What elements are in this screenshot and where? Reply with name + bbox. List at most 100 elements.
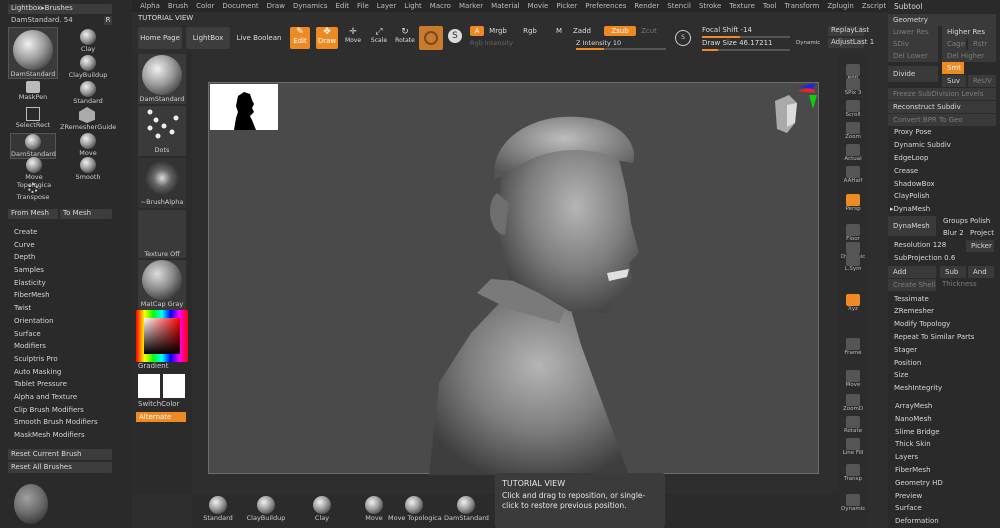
dynamesh-button[interactable]: DynaMesh <box>888 216 936 236</box>
scale-mode-button[interactable]: ⤢ Scale <box>368 27 390 49</box>
menu-item-document[interactable]: Document <box>222 2 258 10</box>
menu-item-texture[interactable]: Texture <box>729 2 755 10</box>
reset-all-brushes-button[interactable]: Reset All Brushes <box>8 462 112 473</box>
m-toggle[interactable]: M <box>554 26 564 36</box>
dynamic-size-toggle[interactable]: Dynamic <box>796 40 820 46</box>
menu-item-marker[interactable]: Marker <box>459 2 483 10</box>
brush-subpalette-create[interactable]: Create <box>0 226 125 239</box>
menu-item-stencil[interactable]: Stencil <box>667 2 691 10</box>
menu-item-alpha[interactable]: Alpha <box>140 2 160 10</box>
home-page-button[interactable]: Home Page <box>138 27 182 49</box>
brush-tile-claybuildup[interactable]: ClayBuildup <box>66 55 110 79</box>
menu-item-layer[interactable]: Layer <box>377 2 397 10</box>
dynamic-subdiv-item[interactable]: Dynamic Subdiv <box>894 141 951 149</box>
stroke-preview-slot[interactable]: Dots <box>138 106 186 156</box>
claypolish-item[interactable]: ClayPolish <box>894 192 930 200</box>
view-tool-rotate[interactable]: Rotate <box>841 416 865 434</box>
brush-tile-smooth[interactable]: Smooth <box>68 157 108 181</box>
modify-topology-item[interactable]: Modify Topology <box>894 320 950 328</box>
color-picker[interactable] <box>136 310 188 362</box>
brush-tile-move[interactable]: Move <box>68 133 108 157</box>
menu-item-material[interactable]: Material <box>491 2 519 10</box>
crease-item[interactable]: Crease <box>894 167 918 175</box>
brush-subpalette-elasticity[interactable]: Elasticity <box>0 277 125 290</box>
view-tool-dynamic[interactable]: Dynamic <box>841 494 865 512</box>
picker-button[interactable]: Picker <box>966 240 994 252</box>
zsub-toggle[interactable]: Zsub <box>604 26 636 36</box>
live-boolean-button[interactable]: Live Boolean <box>236 27 282 49</box>
menu-item-movie[interactable]: Movie <box>528 2 549 10</box>
to-mesh-button[interactable]: To Mesh <box>60 209 112 219</box>
rotate-mode-button[interactable]: ↻ Rotate <box>394 27 416 49</box>
brush-tile-damstandard[interactable]: DamStandard <box>8 27 58 79</box>
view-tool-frame[interactable]: Frame <box>841 338 865 356</box>
subtool-menu-deformation[interactable]: Deformation <box>895 517 939 525</box>
alpha-preview-slot[interactable]: ~BrushAlpha <box>138 158 186 208</box>
brush-subpalette-surface[interactable]: Surface <box>0 328 125 341</box>
focal-shift-slider[interactable]: Focal Shift -14 <box>702 26 822 38</box>
add-button[interactable]: Add <box>888 266 936 278</box>
edgeloop-item[interactable]: EdgeLoop <box>894 154 928 162</box>
texture-slot[interactable]: Texture Off <box>138 210 186 258</box>
bottom-brush-standard[interactable]: Standard <box>196 496 240 522</box>
view-tool-move[interactable]: Move <box>841 370 865 388</box>
z-intensity-slider[interactable]: Z Intensity 10 <box>576 39 666 51</box>
dynamesh-header[interactable]: ▸DynaMesh <box>890 205 930 213</box>
convert-bpr-button[interactable]: Convert BPR To Geo <box>888 114 996 126</box>
view-tool-aahalf[interactable]: AAHalf <box>841 166 865 184</box>
subtool-menu-slime-bridge[interactable]: Slime Bridge <box>895 428 940 436</box>
project-toggle[interactable]: Project <box>970 229 994 237</box>
tessimate-item[interactable]: Tessimate <box>894 295 929 303</box>
rgb-intensity-slider[interactable]: Rgb Intensity <box>470 39 513 47</box>
adjust-last-button[interactable]: AdjustLast 1 <box>828 38 874 48</box>
view-tool-xyz[interactable]: Xyz <box>841 294 865 312</box>
view-tool-scroll[interactable]: Scroll <box>841 100 865 118</box>
brush-tile-transpose[interactable]: Transpose <box>13 183 53 201</box>
gradient-label[interactable]: Gradient <box>138 362 168 370</box>
subtool-menu-geometry-hd[interactable]: Geometry HD <box>895 479 943 487</box>
menu-item-zplugin[interactable]: Zplugin <box>827 2 853 10</box>
proxy-pose-item[interactable]: Proxy Pose <box>894 128 932 136</box>
draw-mode-button[interactable]: ✥ Draw <box>316 27 338 49</box>
menu-item-stroke[interactable]: Stroke <box>699 2 721 10</box>
repeat-similar-item[interactable]: Repeat To Similar Parts <box>894 333 974 341</box>
polish-toggle[interactable]: Polish <box>970 217 990 225</box>
sdiv-slider[interactable]: SDiv <box>888 38 938 50</box>
zadd-toggle[interactable]: Zadd <box>570 26 594 36</box>
and-button[interactable]: And <box>968 266 994 278</box>
sub-button[interactable]: Sub <box>940 266 966 278</box>
resolution-slider[interactable]: Resolution 128 <box>894 241 946 249</box>
brush-subpalette-clip-brush-modifiers[interactable]: Clip Brush Modifiers <box>0 404 125 417</box>
bottom-brush-clay[interactable]: Clay <box>300 496 344 522</box>
draw-size-slider[interactable]: Draw Size 46.17211 <box>702 39 802 51</box>
view-tool-l-sym[interactable]: L.Sym <box>841 254 865 272</box>
subprojection-slider[interactable]: SubProjection 0.6 <box>894 254 955 262</box>
brush-subpalette-tablet-pressure[interactable]: Tablet Pressure <box>0 378 125 391</box>
view-tool-zoom[interactable]: Zoom <box>841 122 865 140</box>
subtool-header[interactable]: Subtool <box>894 2 922 11</box>
position-item[interactable]: Position <box>894 359 921 367</box>
reconstruct-subdiv-button[interactable]: Reconstruct Subdiv <box>888 101 996 113</box>
menu-item-tool[interactable]: Tool <box>763 2 777 10</box>
lower-res-button[interactable]: Lower Res <box>888 26 938 38</box>
smt-toggle[interactable]: Smt <box>942 62 964 74</box>
brush-subpalette-maskmesh-modifiers[interactable]: MaskMesh Modifiers <box>0 429 125 442</box>
brush-subpalette-smooth-brush-modifiers[interactable]: Smooth Brush Modifiers <box>0 416 125 429</box>
brush-tile-selectrect[interactable]: SelectRect <box>13 107 53 129</box>
menu-item-preferences[interactable]: Preferences <box>585 2 626 10</box>
stager-item[interactable]: Stager <box>894 346 917 354</box>
menu-item-render[interactable]: Render <box>634 2 659 10</box>
del-higher-button[interactable]: Del Higher <box>942 50 996 62</box>
brush-tile-standard[interactable]: Standard <box>68 81 108 105</box>
from-mesh-button[interactable]: From Mesh <box>8 209 58 219</box>
zcut-toggle[interactable]: Zcut <box>638 26 660 36</box>
blur-slider[interactable]: Blur 2 <box>943 229 964 237</box>
subtool-menu-layers[interactable]: Layers <box>895 453 918 461</box>
brush-r-button[interactable]: R <box>104 16 112 25</box>
canvas-viewport[interactable] <box>208 82 819 475</box>
menu-item-macro[interactable]: Macro <box>430 2 451 10</box>
brush-subpalette-orientation[interactable]: Orientation <box>0 315 125 328</box>
stroke-button[interactable]: S <box>446 26 464 48</box>
brush-subpalette-auto-masking[interactable]: Auto Masking <box>0 366 125 379</box>
mrgb-toggle[interactable]: Mrgb <box>486 26 510 36</box>
